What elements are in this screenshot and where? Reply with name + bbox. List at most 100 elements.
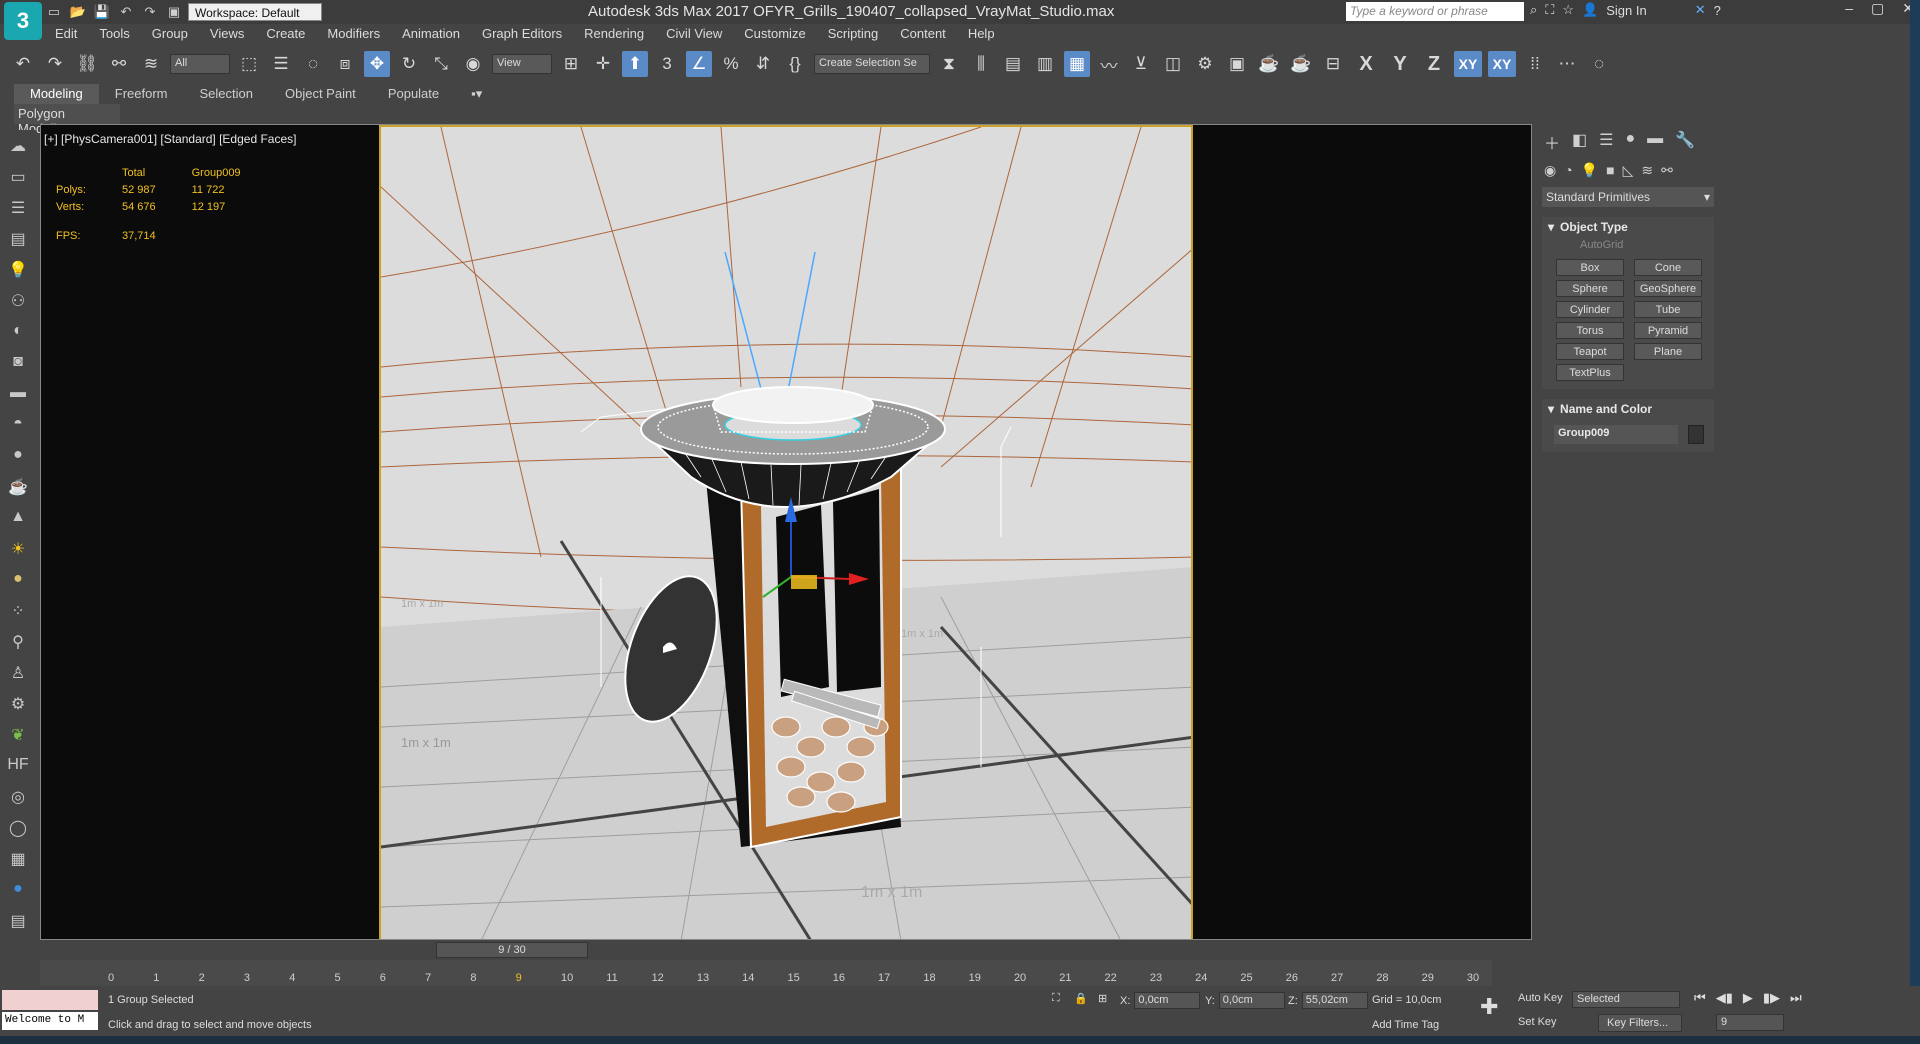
menu-scripting[interactable]: Scripting <box>817 24 890 44</box>
reference-coordinate-dropdown[interactable]: View <box>492 54 552 74</box>
safe-frame-scene[interactable]: 1m x 1m 1m x 1m 1m x 1m 1m x 1m <box>379 125 1193 939</box>
render-production-icon[interactable]: ☕ <box>1256 51 1282 77</box>
render-iterative-icon[interactable]: ☕ <box>1288 51 1314 77</box>
character-icon[interactable]: ♙ <box>7 663 29 686</box>
exchange-icon[interactable]: ✕ <box>1695 2 1706 18</box>
prev-frame-icon[interactable]: ◀▮ <box>1716 990 1733 1006</box>
next-frame-icon[interactable]: ▮▶ <box>1763 990 1780 1006</box>
layer-explorer-icon[interactable]: ▥ <box>1032 51 1058 77</box>
textplus-button[interactable]: TextPlus <box>1556 364 1624 381</box>
axis-z-button[interactable]: Z <box>1420 51 1448 77</box>
snap-grid-icon[interactable]: ⁞⁞ <box>1522 51 1548 77</box>
tube-button[interactable]: Tube <box>1634 301 1702 318</box>
placement-icon[interactable]: ◉ <box>460 51 486 77</box>
object-type-header[interactable]: ▾ Object Type <box>1542 217 1714 237</box>
object-list-icon[interactable]: ▤ <box>7 229 29 252</box>
window-crossing-icon[interactable]: ⧈ <box>332 51 358 77</box>
binoculars-icon[interactable]: ⌕ <box>1530 2 1537 18</box>
tape-icon[interactable]: ◐ <box>7 322 29 345</box>
motion-panel-icon[interactable]: ● <box>1625 130 1635 154</box>
new-file-icon[interactable]: ▭ <box>44 2 64 22</box>
name-color-header[interactable]: ▾ Name and Color <box>1542 399 1714 419</box>
redo-icon[interactable]: ↷ <box>140 2 160 22</box>
cone-button[interactable]: Cone <box>1634 259 1702 276</box>
menu-modifiers[interactable]: Modifiers <box>316 24 391 44</box>
material-editor-icon[interactable]: ◫ <box>1160 51 1186 77</box>
geometry-icon[interactable]: ◉ <box>1544 162 1556 179</box>
systems-icon[interactable]: ⚯ <box>1661 162 1673 179</box>
render-setup-icon[interactable]: ⚙ <box>1192 51 1218 77</box>
curve-editor-icon[interactable]: 〰 <box>1096 51 1122 77</box>
polygon-modeling-panel[interactable]: Polygon Modeling <box>14 104 120 136</box>
geosphere-button[interactable]: GeoSphere <box>1634 280 1702 297</box>
gear-icon[interactable]: ⚙ <box>7 694 29 717</box>
plant-icon[interactable]: ❦ <box>7 725 29 748</box>
box-button[interactable]: Box <box>1556 259 1624 276</box>
plane-object-icon[interactable]: ▬ <box>7 384 29 407</box>
menu-views[interactable]: Views <box>199 24 255 44</box>
tab-modeling[interactable]: Modeling <box>14 84 99 104</box>
pyramid-button[interactable]: Pyramid <box>1634 322 1702 339</box>
goto-end-icon[interactable]: ⏭ <box>1790 990 1802 1006</box>
primitive-type-dropdown[interactable]: Standard Primitives ▾ <box>1542 187 1714 207</box>
select-move-icon[interactable]: ✥ <box>364 51 390 77</box>
light-bulb-icon[interactable]: 💡 <box>7 260 29 283</box>
torus-button[interactable]: Torus <box>1556 322 1624 339</box>
menu-help[interactable]: Help <box>957 24 1006 44</box>
favorites-star-icon[interactable]: ☆ <box>1562 2 1574 18</box>
utilities-panel-icon[interactable]: 🔧 <box>1675 130 1695 154</box>
menu-graph-editors[interactable]: Graph Editors <box>471 24 573 44</box>
cameras-icon[interactable]: ■ <box>1606 162 1614 179</box>
selection-filter-dropdown[interactable]: All <box>170 54 230 74</box>
hierarchy-panel-icon[interactable]: ☰ <box>1599 130 1613 154</box>
menu-civil-view[interactable]: Civil View <box>655 24 733 44</box>
shapes-icon[interactable]: ◔ <box>1564 162 1572 179</box>
select-scale-icon[interactable]: ⤡ <box>428 51 454 77</box>
hemisphere-icon[interactable]: ◓ <box>7 415 29 438</box>
workspace-dropdown[interactable]: Workspace: Default <box>188 3 322 21</box>
user-icon[interactable]: 👤 <box>1582 2 1598 18</box>
minimize-icon[interactable]: – <box>1845 0 1853 17</box>
menu-create[interactable]: Create <box>255 24 316 44</box>
search-input[interactable]: Type a keyword or phrase <box>1346 2 1524 21</box>
goto-start-icon[interactable]: ⏮ <box>1694 990 1706 1006</box>
render-cloud-icon[interactable]: ⊟ <box>1320 51 1346 77</box>
object-name-field[interactable]: Group009 <box>1554 425 1679 444</box>
link-icon[interactable]: ⛓ <box>74 51 100 77</box>
create-panel-icon[interactable]: ＋ <box>1544 130 1560 154</box>
schematic-view-icon[interactable]: ⊻ <box>1128 51 1154 77</box>
edit-named-selection-icon[interactable]: {} <box>782 51 808 77</box>
maxscript-listener-mini[interactable] <box>2 990 98 1010</box>
unlink-icon[interactable]: ⚯ <box>106 51 132 77</box>
select-object-icon[interactable]: ⬚ <box>236 51 262 77</box>
axis-y-button[interactable]: Y <box>1386 51 1414 77</box>
material-sphere-icon[interactable]: ◯ <box>7 818 29 841</box>
maximize-icon[interactable]: ▢ <box>1871 0 1884 17</box>
particles-icon[interactable]: ⁘ <box>7 601 29 624</box>
menu-edit[interactable]: Edit <box>44 24 88 44</box>
render-icon[interactable]: ▦ <box>7 849 29 872</box>
viewport-label[interactable]: [+] [PhysCamera001] [Standard] [Edged Fa… <box>44 132 296 146</box>
current-frame-field[interactable]: 9 <box>1716 1014 1784 1031</box>
open-file-icon[interactable]: 📂 <box>68 2 88 22</box>
manipulate-icon[interactable]: ✛ <box>590 51 616 77</box>
time-slider[interactable]: 9 / 30 <box>436 942 588 958</box>
app-logo-icon[interactable]: 3 <box>4 2 42 40</box>
hair-icon[interactable]: HF <box>7 756 29 779</box>
mirror-icon[interactable]: ⧗ <box>936 51 962 77</box>
globe-icon[interactable]: ● <box>7 880 29 903</box>
menu-customize[interactable]: Customize <box>733 24 816 44</box>
add-key-icon[interactable]: ✚ <box>1480 994 1498 1020</box>
lights-icon[interactable]: 💡 <box>1581 162 1598 179</box>
object-color-swatch[interactable] <box>1688 425 1704 444</box>
snaps-toggle-icon[interactable]: 3 <box>654 51 680 77</box>
x-coord-field[interactable]: 0,0cm <box>1134 992 1201 1009</box>
selection-dots-icon[interactable]: ◌ <box>1586 51 1612 77</box>
isolate-icon[interactable]: ⛶ <box>1052 992 1060 1005</box>
spinner-snap-icon[interactable]: ⇵ <box>750 51 776 77</box>
menu-content[interactable]: Content <box>889 24 957 44</box>
helpers-icon[interactable]: ◺ <box>1623 162 1634 179</box>
camera-icon[interactable]: ◙ <box>7 353 29 376</box>
shell-icon[interactable]: ◎ <box>7 787 29 810</box>
maxscript-output[interactable]: Welcome to M <box>2 1012 98 1030</box>
